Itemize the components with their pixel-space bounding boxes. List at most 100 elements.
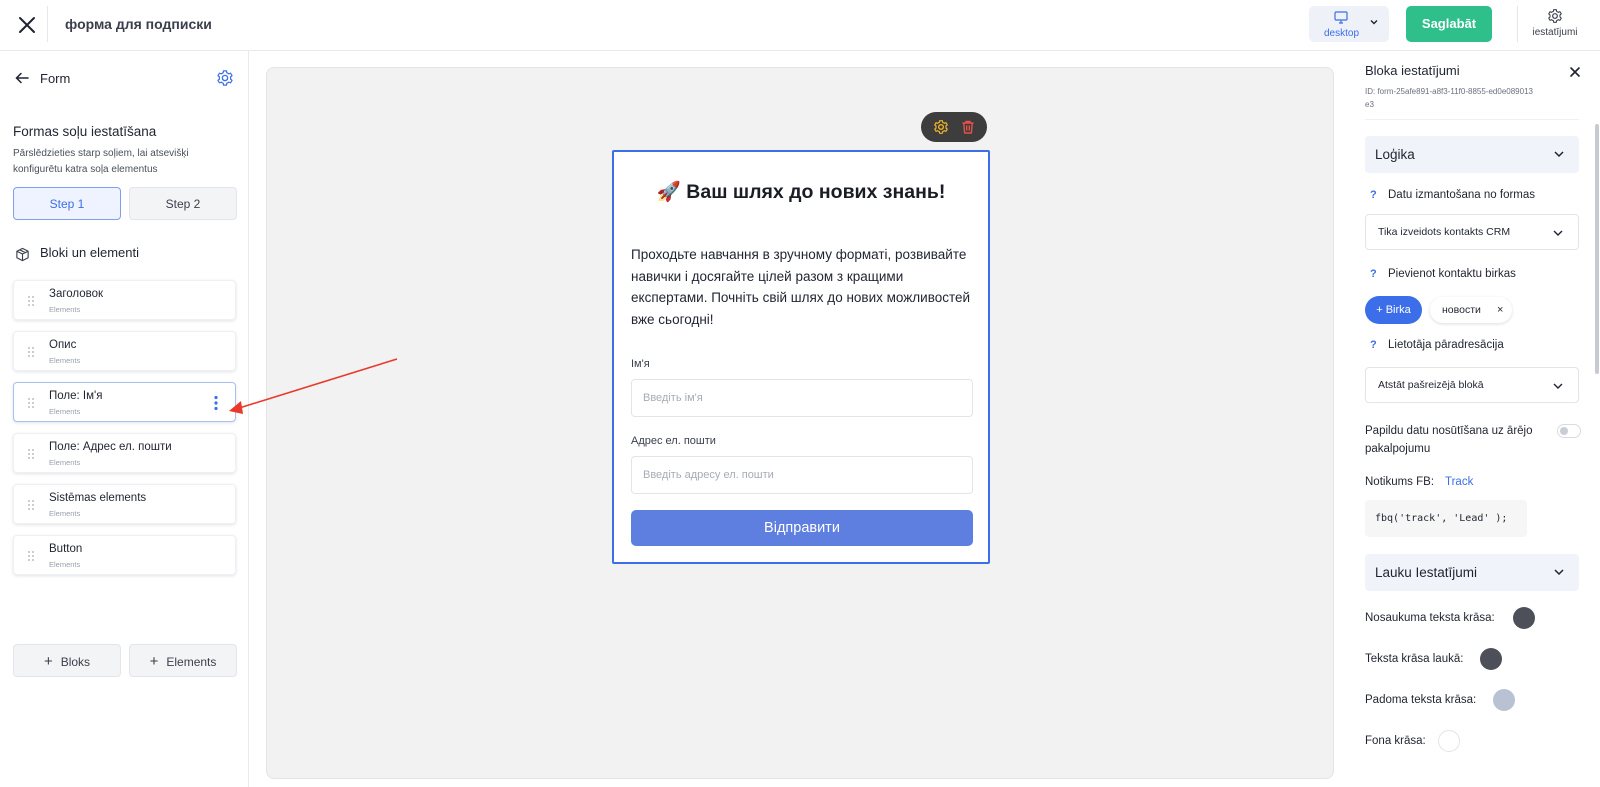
chevron-down-icon <box>1554 569 1564 576</box>
settings-button[interactable]: iestatījumi <box>1525 6 1585 44</box>
bg-color-label: Fona krāsa: <box>1365 735 1426 747</box>
redirect-label: Lietotāja pāradresācija <box>1388 339 1504 351</box>
element-name: Поле: Ім'я <box>49 390 103 402</box>
help-icon[interactable]: ? <box>1370 339 1377 351</box>
list-item[interactable]: Опис Elements <box>13 331 236 371</box>
redirect-value: Atstāt pašreizējā blokā <box>1378 379 1484 391</box>
element-name: Опис <box>49 339 77 351</box>
form-settings-button[interactable] <box>216 69 234 92</box>
divider <box>1517 6 1518 42</box>
remove-tag-icon[interactable]: × <box>1497 297 1503 323</box>
settings-label: iestatījumi <box>1532 27 1578 38</box>
data-usage-select[interactable]: Tika izveidots kontakts CRM <box>1365 214 1579 250</box>
name-field-label: Ім'я <box>631 358 650 370</box>
add-block-button[interactable]: + Bloks <box>13 644 121 677</box>
name-input[interactable] <box>631 379 973 417</box>
list-item[interactable]: Button Elements <box>13 535 236 575</box>
close-icon <box>19 17 35 33</box>
save-button[interactable]: Saglabāt <box>1406 6 1492 42</box>
element-type: Elements <box>49 560 81 569</box>
tab-step-1[interactable]: Step 1 <box>13 187 121 220</box>
title-color-swatch[interactable] <box>1513 607 1535 629</box>
left-sidebar: Form Formas soļu iestatīšana Pārslēdziet… <box>0 51 249 787</box>
email-field-label: Адрес ел. пошти <box>631 435 716 447</box>
scrollbar[interactable] <box>1595 124 1599 374</box>
drag-handle-icon[interactable] <box>27 499 35 511</box>
drag-handle-icon[interactable] <box>27 448 35 460</box>
trash-icon[interactable] <box>960 119 976 135</box>
divider <box>1365 119 1579 120</box>
list-item[interactable]: Заголовок Elements <box>13 280 236 320</box>
more-options-icon[interactable] <box>213 395 219 411</box>
element-type: Elements <box>49 407 81 416</box>
close-button[interactable] <box>14 12 40 38</box>
back-label: Form <box>40 71 71 86</box>
form-preview-block[interactable]: 🚀 Ваш шлях до нових знань! Проходьте нав… <box>612 150 990 564</box>
fb-code: fbq('track', 'Lead' ); <box>1365 500 1527 537</box>
close-panel-button[interactable] <box>1569 65 1581 83</box>
fb-event-link[interactable]: Track <box>1445 476 1473 488</box>
help-icon[interactable]: ? <box>1370 189 1377 201</box>
form-description: Проходьте навчання в зручному форматі, р… <box>631 247 971 327</box>
external-send-toggle[interactable] <box>1557 424 1581 438</box>
add-element-label: Elements <box>166 655 217 669</box>
list-item[interactable]: Sistēmas elements Elements <box>13 484 236 524</box>
help-icon[interactable]: ? <box>1370 268 1377 280</box>
drag-handle-icon[interactable] <box>27 346 35 358</box>
chevron-down-icon <box>1553 383 1563 389</box>
title-color-label: Nosaukuma teksta krāsa: <box>1365 612 1495 624</box>
fields-settings-title: Lauku Iestatījumi <box>1375 565 1478 580</box>
chevron-down-icon <box>1553 230 1563 236</box>
steps-section-title: Formas soļu iestatīšana <box>13 124 157 139</box>
logic-title: Loģika <box>1375 147 1415 162</box>
element-name: Заголовок <box>49 288 104 300</box>
element-type: Elements <box>49 356 81 365</box>
blocks-title: Bloki un elementi <box>40 245 139 260</box>
arrow-left-icon <box>15 72 29 84</box>
hint-color-label: Padoma teksta krāsa: <box>1365 694 1477 706</box>
chevron-down-icon <box>1554 151 1564 158</box>
element-type: Elements <box>49 458 81 467</box>
element-type: Elements <box>49 305 81 314</box>
divider <box>47 6 48 42</box>
gear-icon <box>217 70 233 86</box>
drag-handle-icon[interactable] <box>27 550 35 562</box>
drag-handle-icon[interactable] <box>27 295 35 307</box>
redirect-select[interactable]: Atstāt pašreizējā blokā <box>1365 367 1579 403</box>
fb-event-label: Notikums FB: <box>1365 476 1435 488</box>
list-item-selected[interactable]: Поле: Ім'я Elements <box>13 382 236 422</box>
data-usage-value: Tika izveidots kontakts CRM <box>1378 226 1511 238</box>
bg-color-swatch[interactable] <box>1438 730 1460 752</box>
drag-handle-icon[interactable] <box>27 397 35 409</box>
fields-settings-accordion[interactable]: Lauku Iestatījumi <box>1365 554 1579 591</box>
toggle-knob <box>1560 427 1568 435</box>
tab-step-2[interactable]: Step 2 <box>129 187 237 220</box>
block-toolbar <box>921 112 987 142</box>
page-title: форма для подписки <box>65 16 212 32</box>
add-element-button[interactable]: + Elements <box>129 644 237 677</box>
add-tag-button[interactable]: + Birka <box>1365 296 1422 324</box>
submit-button[interactable]: Відправити <box>631 510 973 546</box>
tag-chip[interactable]: новости × <box>1430 297 1512 323</box>
tag-chip-label: новости <box>1442 304 1481 316</box>
plus-icon: + <box>43 653 53 670</box>
cube-icon <box>16 247 29 262</box>
top-bar: форма для подписки desktop Saglabāt iest… <box>0 0 1600 51</box>
external-send-label: Papildu datu nosūtīšana uz ārējo pakalpo… <box>1365 425 1533 455</box>
device-select[interactable]: desktop <box>1309 6 1389 42</box>
gear-icon[interactable] <box>933 119 949 135</box>
text-color-swatch[interactable] <box>1480 648 1502 670</box>
plus-icon: + <box>149 653 159 670</box>
text-color-label: Teksta krāsa laukā: <box>1365 653 1464 665</box>
right-panel: Bloka iestatījumi ID: form-25afe891-a8f3… <box>1354 51 1600 787</box>
email-input[interactable] <box>631 456 973 494</box>
element-name: Поле: Адрес ел. пошти <box>49 441 172 453</box>
device-label: desktop <box>1324 28 1360 39</box>
list-item[interactable]: Поле: Адрес ел. пошти Elements <box>13 433 236 473</box>
hint-color-swatch[interactable] <box>1493 689 1515 711</box>
add-block-label: Bloks <box>60 655 91 669</box>
chevron-down-icon <box>1370 20 1378 25</box>
data-usage-label: Datu izmantošana no formas <box>1388 189 1536 201</box>
form-heading: 🚀 Ваш шлях до нових знань! <box>656 181 946 203</box>
logic-accordion[interactable]: Loģika <box>1365 136 1579 173</box>
